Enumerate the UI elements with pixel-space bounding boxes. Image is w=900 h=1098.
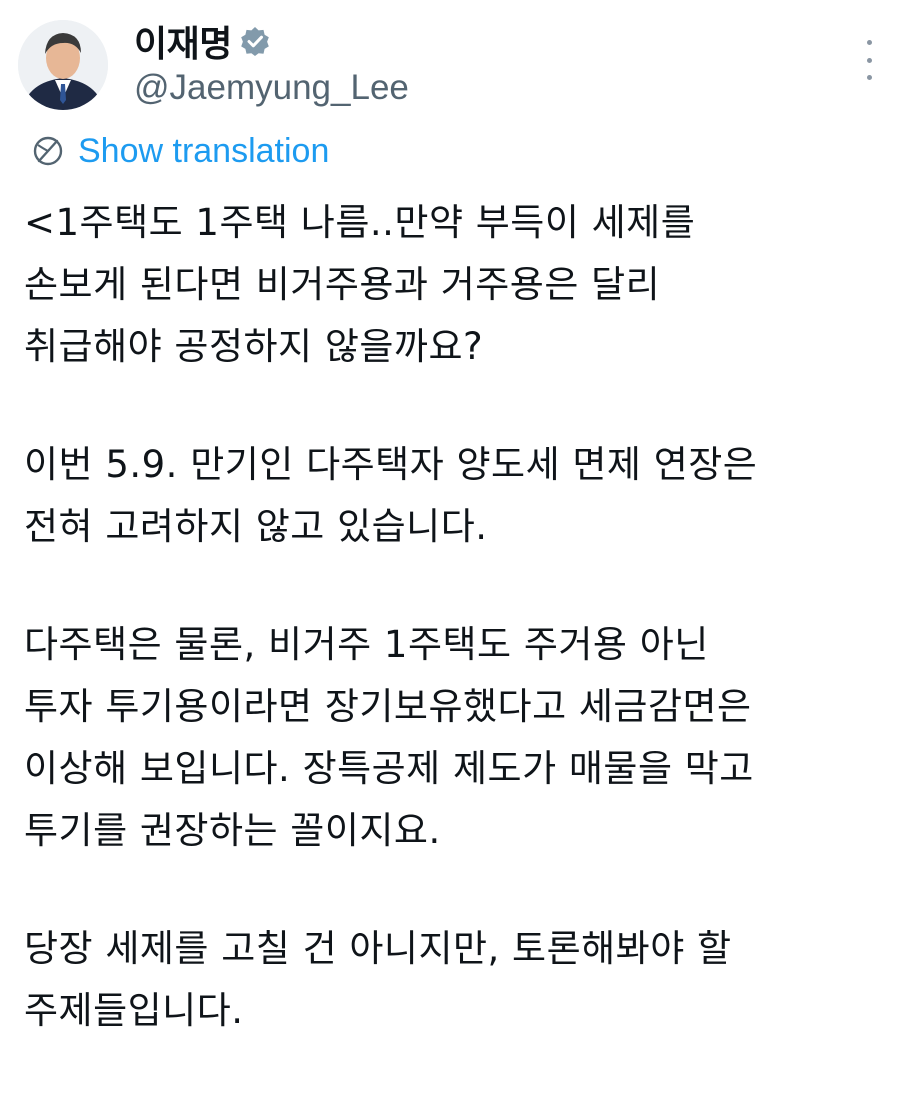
- more-options-icon[interactable]: [856, 40, 882, 80]
- tweet-paragraph: 다주택은 물론, 비거주 1주택도 주거용 아닌 투자 투기용이라면 장기보유했…: [24, 614, 884, 862]
- verified-badge-icon: [240, 26, 270, 56]
- tweet-line: <1주택도 1주택 나름..만약 부득이 세제를: [24, 201, 696, 244]
- globe-icon: [30, 133, 66, 169]
- tweet-line: 이번 5.9. 만기인 다주택자 양도세 면제 연장은: [24, 443, 758, 486]
- tweet-paragraph: 이번 5.9. 만기인 다주택자 양도세 면제 연장은 전혀 고려하지 않고 있…: [24, 434, 884, 558]
- avatar[interactable]: [18, 20, 108, 110]
- show-translation-button[interactable]: Show translation: [30, 130, 329, 172]
- tweet-text: <1주택도 1주택 나름..만약 부득이 세제를 손보게 된다면 비거주용과 거…: [24, 192, 884, 1098]
- tweet-line: 주제들입니다.: [24, 989, 244, 1032]
- author-display-name[interactable]: 이재명: [134, 15, 232, 67]
- tweet-paragraph: <1주택도 1주택 나름..만약 부득이 세제를 손보게 된다면 비거주용과 거…: [24, 192, 884, 378]
- show-translation-link[interactable]: Show translation: [78, 132, 329, 171]
- tweet-line: 취급해야 공정하지 않을까요?: [24, 325, 484, 368]
- tweet-line: 투기를 권장하는 꼴이지요.: [24, 809, 441, 852]
- tweet-line: 다주택은 물론, 비거주 1주택도 주거용 아닌: [24, 623, 709, 666]
- author-name-row: 이재명: [134, 16, 270, 66]
- tweet-line: 당장 세제를 고칠 건 아니지만, 토론해봐야 할: [24, 927, 732, 970]
- tweet-line: 손보게 된다면 비거주용과 거주용은 달리: [24, 263, 661, 306]
- tweet-line: 투자 투기용이라면 장기보유했다고 세금감면은: [24, 685, 752, 728]
- tweet-line: 이상해 보입니다. 장특공제 제도가 매물을 막고: [24, 747, 754, 790]
- tweet-line: 전혀 고려하지 않고 있습니다.: [24, 505, 488, 548]
- author-handle[interactable]: @Jaemyung_Lee: [134, 68, 409, 108]
- tweet-paragraph: 당장 세제를 고칠 건 아니지만, 토론해봐야 할 주제들입니다.: [24, 918, 884, 1042]
